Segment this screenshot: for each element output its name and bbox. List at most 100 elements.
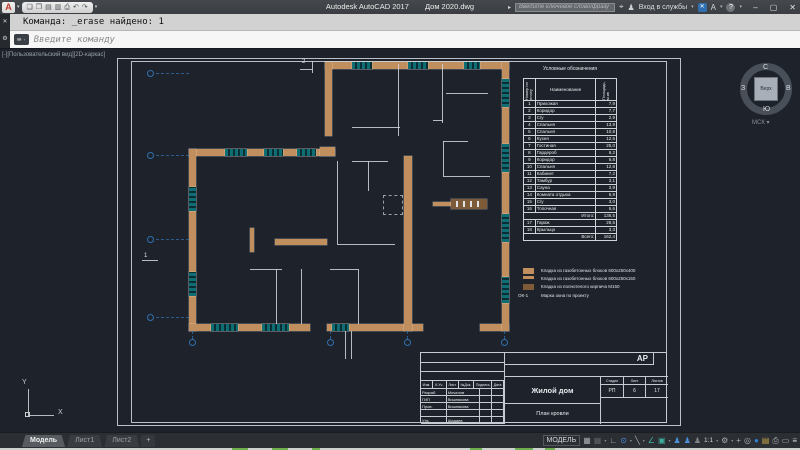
osnap-tracking-icon[interactable]: ∠ [648, 434, 655, 448]
isolate-objects-icon[interactable]: ◎ [744, 434, 751, 448]
partition-line [442, 64, 443, 123]
workspace-gear-icon[interactable]: ⚙ [721, 434, 728, 448]
sign-in-caret-icon[interactable]: ▾ [691, 4, 694, 10]
osnap-icon[interactable]: ▣ [658, 434, 666, 448]
snap-icon-caret-icon[interactable]: ▾ [604, 438, 606, 443]
close-button[interactable]: ✕ [789, 3, 796, 12]
exchange-apps-icon[interactable]: ✕ [697, 2, 707, 12]
isodraft-icon[interactable]: ╲ [635, 434, 640, 448]
annotation-scale-button[interactable]: 1:1 [704, 434, 713, 448]
viewcube-top-face[interactable]: Верх [754, 77, 778, 101]
legend-cell: 10,8 [606, 129, 615, 134]
command-input-row[interactable]: ⌨ ▾ Введите команду [10, 31, 800, 48]
annotation-autoscale-icon[interactable]: ♟ [684, 434, 691, 448]
model-space-button[interactable]: МОДЕЛЬ [542, 435, 581, 446]
search-input[interactable]: Введите ключевое слово/фразу [515, 2, 615, 12]
keyboard-icon[interactable]: ⌨ ▾ [14, 34, 29, 45]
legend-cell: 7 [524, 143, 536, 149]
polar-tracking-icon[interactable]: ⊙ [620, 434, 627, 448]
minimize-button[interactable]: – [753, 3, 757, 12]
legend-table-row: 7 Гостиная 25,0 [523, 143, 617, 150]
stamp-sheets-label: Листов [646, 377, 668, 385]
shaft-dashed-outline [383, 195, 403, 215]
command-customize-icon[interactable]: ⚙ [0, 35, 10, 42]
help-caret-icon[interactable]: ▾ [739, 4, 742, 10]
stamp-row: Утв. Шадаев [421, 417, 505, 424]
tab-лист1[interactable]: Лист1 [67, 435, 103, 447]
ortho-icon[interactable]: ∟ [609, 434, 617, 448]
window-segment [332, 324, 349, 331]
annotation-visibility-icon[interactable]: ♟ [674, 434, 681, 448]
legend-table-row: 12 Тамбур 3,1 [523, 178, 617, 185]
command-close-icon[interactable]: ✕ [0, 18, 10, 25]
legend-cell: 12 [524, 178, 536, 184]
viewcube-south-label[interactable]: Ю [763, 106, 770, 113]
annotation-person-icon[interactable]: ♟ [694, 434, 701, 448]
legend-cell: Сауна [536, 185, 597, 191]
search-arrow-icon[interactable]: ▸ [508, 4, 511, 11]
legend-table-row: 16 Топочная 6,6 [523, 206, 617, 213]
new-layout-button[interactable]: + [141, 435, 156, 447]
legend-col-num: Номер по плану [524, 82, 534, 100]
axis-dash-line [504, 331, 505, 339]
annotation-scale-button-caret-icon[interactable]: ▾ [716, 438, 718, 443]
axis-bubble [327, 339, 334, 346]
clean-screen-icon[interactable]: ≡ [792, 434, 797, 448]
infocenter: ▸ Введите ключевое слово/фразу ⌖ ♟ Вход … [508, 1, 742, 13]
printer-icon[interactable]: ⎙ [772, 434, 778, 448]
window-segment [408, 62, 428, 69]
statusbar: МОДЕЛЬ ▦ ▦ ▾ ∟ ⊙ ▾ ╲ ▾ ∠ ▣ ▾ ♟ ♟ ♟ 1:1 ▾ ⚙ ▾ + ◎ ● ▤ ⎙ ▭ ≡ [542, 433, 797, 448]
legend-cell: 15 [524, 199, 536, 205]
legend-table-rows: 1 Прихожая 7,9 2 Коридор 7,7 3 С/у 2,9 4 Спальня 13… [523, 101, 617, 241]
help-icon[interactable]: ? [726, 2, 736, 12]
stamp-cell [480, 403, 493, 409]
search-placeholder: Введите ключевое слово/фразу [519, 4, 610, 10]
stamp-cell [421, 410, 447, 416]
axis-dash-line [156, 239, 189, 240]
legend-cell: Всего: [524, 234, 597, 240]
legend-table-row: 3 С/у 2,9 [523, 115, 617, 122]
workspace-gear-icon-caret-icon[interactable]: ▾ [731, 438, 733, 443]
legend-cell: Спальня [536, 122, 597, 128]
viewport-controls-label[interactable]: [-][Пользовательский вид][2D-каркас] [2, 52, 105, 58]
graphics-performance-icon[interactable]: ● [754, 434, 759, 448]
annotation-monitor-icon[interactable]: + [736, 434, 741, 448]
tab-модель[interactable]: Модель [22, 435, 66, 447]
kitchen-counter [275, 239, 327, 245]
fullscreen-icon[interactable]: ▭ [782, 434, 790, 448]
polar-tracking-icon-caret-icon[interactable]: ▾ [630, 438, 632, 443]
stamp-row [421, 410, 505, 417]
stamp-cell [492, 389, 505, 395]
isodraft-icon-caret-icon[interactable]: ▾ [643, 438, 645, 443]
keyboard-caret-icon[interactable]: ▾ [23, 37, 25, 42]
stamp-cell: Мочалов [447, 389, 481, 395]
viewcube-east-label[interactable]: В [786, 85, 791, 92]
window-segment [297, 149, 316, 156]
model-space-canvas[interactable]: [-][Пользовательский вид][2D-каркас] 2 1… [0, 48, 800, 432]
tab-лист2[interactable]: Лист2 [104, 435, 140, 447]
legend-table: Номер по плану Наименование Площадь, м.к… [523, 78, 617, 241]
osnap-icon-caret-icon[interactable]: ▾ [669, 438, 671, 443]
section-tick [312, 61, 313, 73]
grid-icon[interactable]: ▦ [583, 434, 591, 448]
stamp-cell [480, 396, 493, 402]
sign-in-button[interactable]: Вход в службы [639, 4, 687, 11]
section-tick [300, 69, 312, 70]
viewcube-north-label[interactable]: С [763, 64, 768, 71]
search-icon[interactable]: ⌖ [619, 2, 624, 12]
plot-preview-icon[interactable]: ▤ [762, 434, 770, 448]
connect-caret-icon[interactable]: ▾ [720, 4, 723, 10]
viewcube-west-label[interactable]: З [741, 85, 745, 92]
legend-cell: 10 [524, 164, 536, 170]
connect-icon[interactable]: A [711, 3, 716, 12]
axis-bubble [147, 314, 154, 321]
wcs-menu[interactable]: МСК ▾ [752, 119, 770, 126]
stamp-cell [492, 417, 505, 423]
legend-cell: 6,6 [608, 206, 615, 211]
partition-line [443, 176, 490, 177]
maximize-button[interactable]: ▢ [770, 3, 778, 12]
legend-cell: 28,5 [606, 220, 615, 225]
legend-cell: 8 [524, 150, 536, 156]
snap-icon[interactable]: ▦ [594, 434, 602, 448]
window-segment [502, 79, 509, 107]
